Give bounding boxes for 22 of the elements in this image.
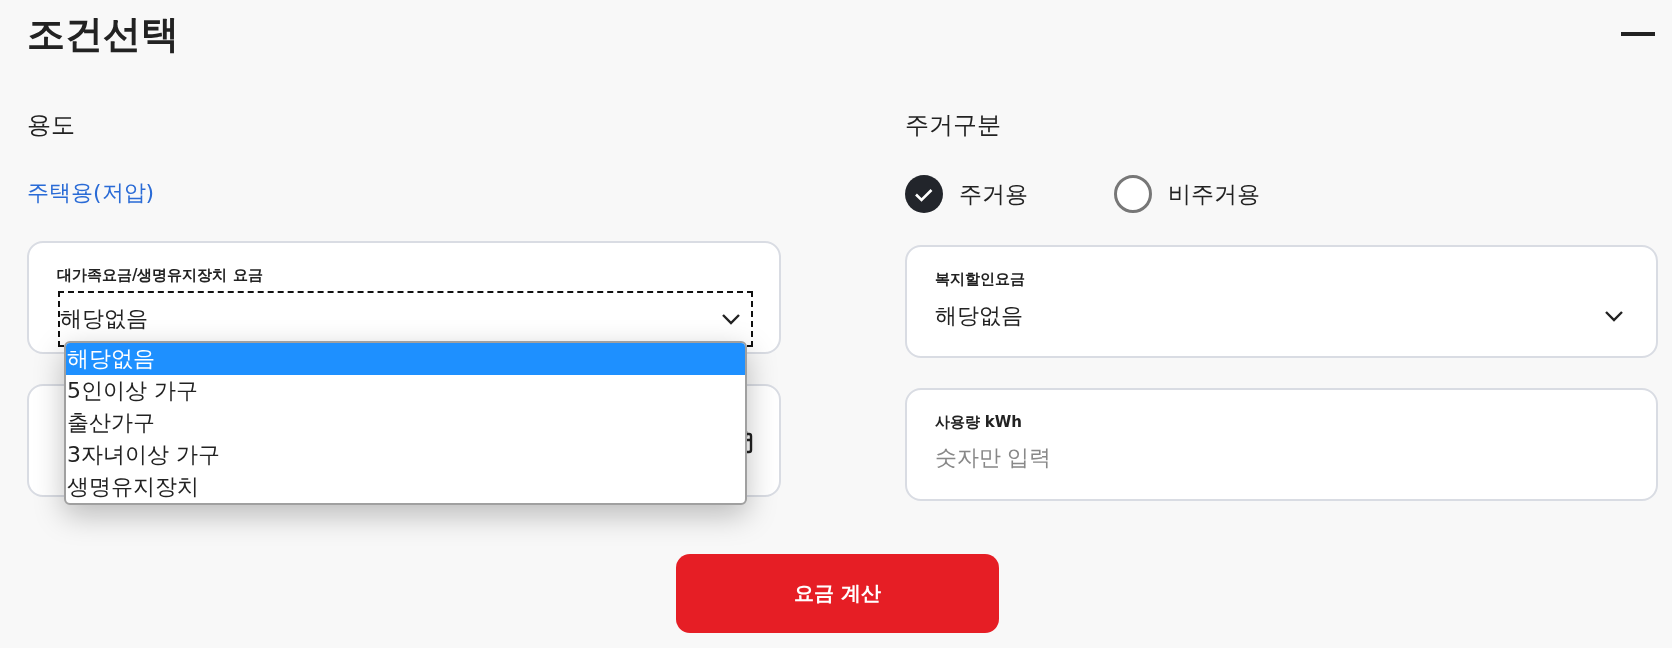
dropdown-option[interactable]: 5인이상 가구 (66, 375, 745, 407)
select-value: 해당없음 (934, 302, 1023, 330)
field-label: 복지할인요금 (934, 269, 1026, 290)
input-field[interactable]: 숫자만 입력 (934, 434, 1628, 480)
select-field[interactable]: 해당없음 (934, 291, 1628, 341)
section-title: 조건선택 (27, 11, 179, 58)
usage-value: 주택용(저압) (27, 179, 156, 207)
radio-option[interactable]: 비주거용 (1113, 175, 1260, 213)
dropdown-option[interactable]: 3자녀이상 가구 (66, 439, 745, 471)
radio-option[interactable]: 주거용 (904, 175, 1028, 213)
chevron-icon (720, 313, 741, 325)
dropdown-option[interactable]: 출산가구 (66, 407, 745, 439)
field-label: 사용량 kWh (934, 412, 1023, 433)
calculate-button[interactable]: 요금 계산 (676, 554, 999, 633)
field-label: 대가족요금/생명유지장치 요금 (57, 265, 264, 286)
select-field[interactable]: 해당없음 (60, 293, 751, 345)
input-card[interactable]: 사용량 kWh 숫자만 입력 (904, 388, 1658, 501)
select-value: 해당없음 (60, 305, 148, 333)
field-label: 용도 (27, 110, 76, 141)
chevron-icon (1604, 310, 1624, 322)
dropdown-option[interactable]: 생명유지장치 (66, 471, 745, 503)
field-label: 주거구분 (904, 110, 1002, 141)
